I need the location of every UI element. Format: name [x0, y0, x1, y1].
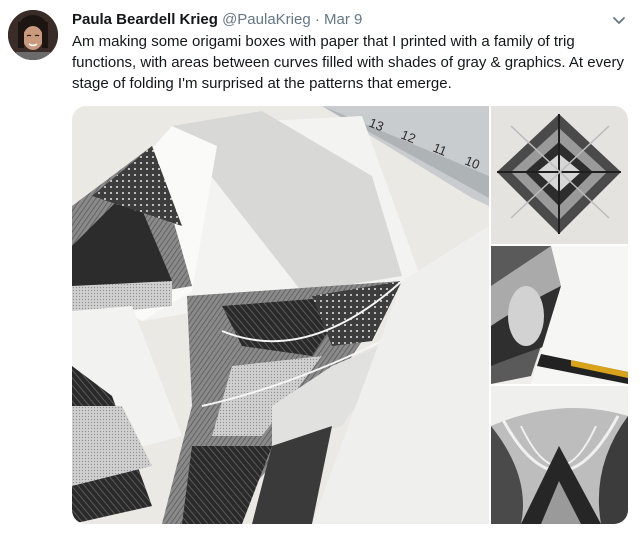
tweet-text: Am making some origami boxes with paper … [72, 33, 624, 92]
author-handle[interactable]: @PaulaKrieg [222, 11, 311, 28]
tweet-header: Paula Beardell Krieg @PaulaKrieg · Mar 9 [72, 11, 599, 29]
photo-main[interactable]: 13 12 11 10 [72, 106, 489, 524]
photo-top-right[interactable] [491, 106, 628, 244]
photo-middle-right[interactable] [491, 246, 628, 384]
header-separator: · [314, 11, 320, 28]
tweet[interactable]: Paula Beardell Krieg @PaulaKrieg · Mar 9… [0, 0, 639, 536]
tweet-date[interactable]: Mar 9 [324, 11, 362, 28]
avatar[interactable] [8, 10, 58, 60]
author-name[interactable]: Paula Beardell Krieg [72, 11, 218, 28]
media-grid: 13 12 11 10 [72, 106, 628, 524]
photo-bottom-right[interactable] [491, 386, 628, 524]
chevron-down-icon[interactable] [611, 12, 627, 28]
avatar-image [8, 10, 58, 60]
